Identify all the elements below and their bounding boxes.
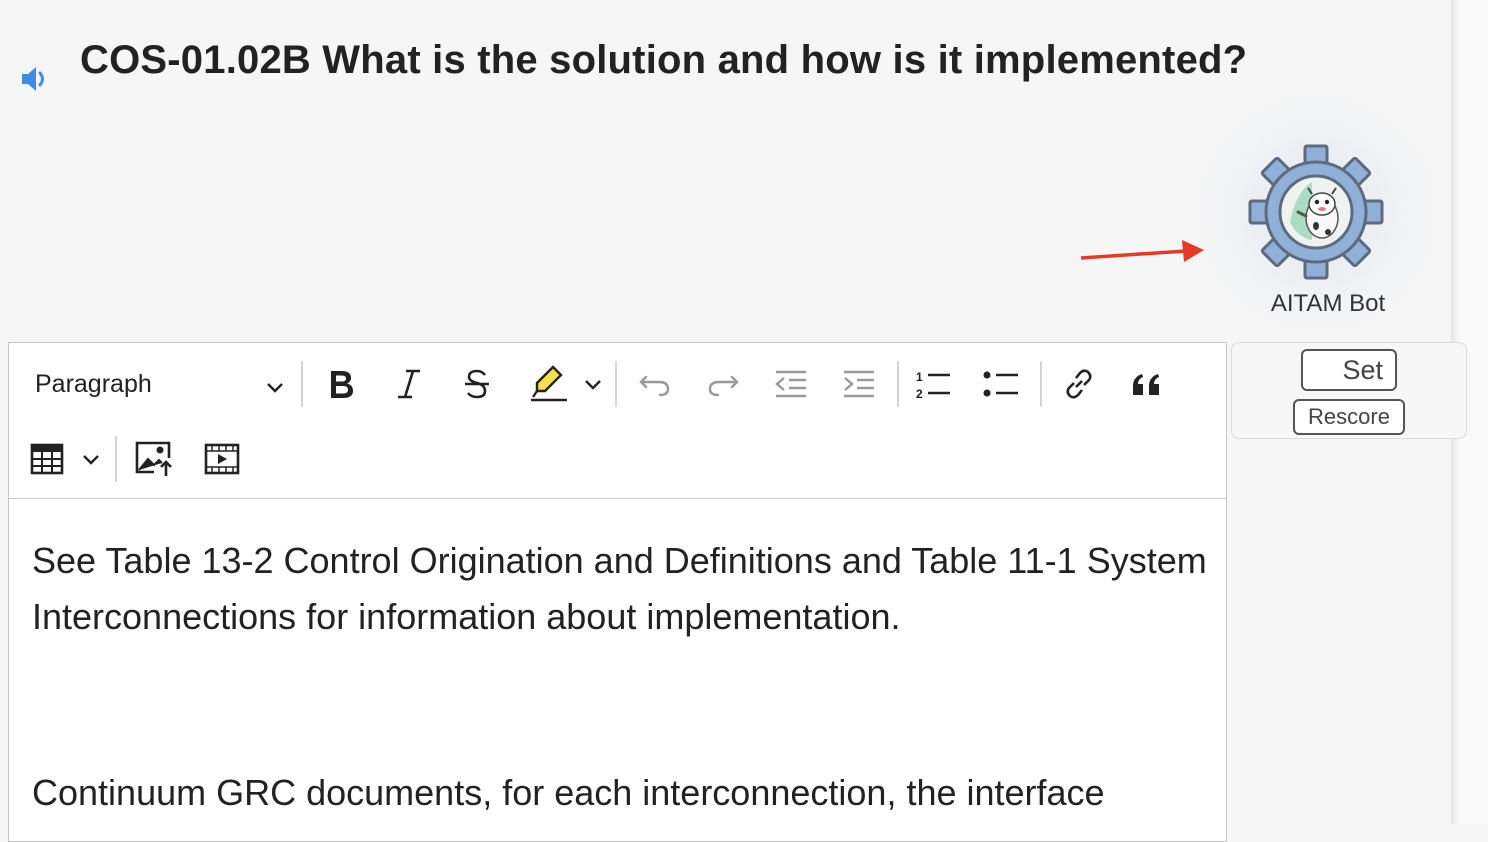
format-dropdown[interactable]: Paragraph (35, 363, 285, 405)
table-dropdown-chevron-icon[interactable] (79, 446, 103, 472)
strikethrough-button[interactable] (457, 363, 497, 405)
toolbar-separator (115, 436, 117, 482)
editor-paragraph: See Table 13-2 Control Origination and D… (32, 540, 1207, 637)
highlight-dropdown-chevron-icon[interactable] (581, 371, 605, 397)
question-title: COS-01.02B What is the solution and how … (80, 38, 1248, 82)
svg-text:2: 2 (916, 387, 923, 401)
scoring-panel: Set Rescore (1231, 342, 1467, 439)
undo-icon[interactable] (635, 363, 675, 405)
indent-icon[interactable] (839, 363, 879, 405)
rich-text-editor: Paragraph 1 2 See Table 13-2 Control Ori… (8, 342, 1227, 842)
set-button[interactable]: Set (1301, 349, 1397, 391)
toolbar-separator (615, 361, 617, 407)
link-icon[interactable] (1059, 363, 1099, 405)
svg-text:1: 1 (916, 370, 923, 384)
highlight-icon[interactable] (525, 363, 573, 405)
gear-bot-icon[interactable] (1248, 144, 1384, 280)
toolbar-separator (301, 361, 303, 407)
toolbar-separator (897, 361, 899, 407)
toolbar-separator (1040, 361, 1042, 407)
italic-button[interactable] (389, 363, 429, 405)
editor-paragraph: Continuum GRC documents, for each interc… (32, 772, 1105, 813)
bulleted-list-icon[interactable] (981, 363, 1021, 405)
editor-content[interactable]: See Table 13-2 Control Origination and D… (32, 533, 1212, 821)
numbered-list-icon[interactable]: 12 (913, 363, 953, 405)
editor-toolbar: Paragraph 1 2 (9, 343, 1226, 499)
speaker-icon[interactable] (18, 62, 52, 96)
bot-label: AITAM Bot (1270, 290, 1386, 317)
pointer-arrow (1078, 234, 1208, 268)
insert-media-icon[interactable] (201, 438, 243, 480)
block-quote-icon[interactable] (1127, 363, 1167, 405)
editor-empty-line (32, 645, 1212, 765)
rescore-button[interactable]: Rescore (1293, 399, 1405, 435)
bold-button[interactable] (321, 363, 361, 405)
table-icon[interactable] (27, 438, 67, 480)
format-dropdown-label: Paragraph (35, 369, 152, 398)
outdent-icon[interactable] (771, 363, 811, 405)
redo-icon[interactable] (703, 363, 743, 405)
chevron-down-icon (265, 375, 285, 404)
insert-image-icon[interactable] (133, 438, 175, 480)
